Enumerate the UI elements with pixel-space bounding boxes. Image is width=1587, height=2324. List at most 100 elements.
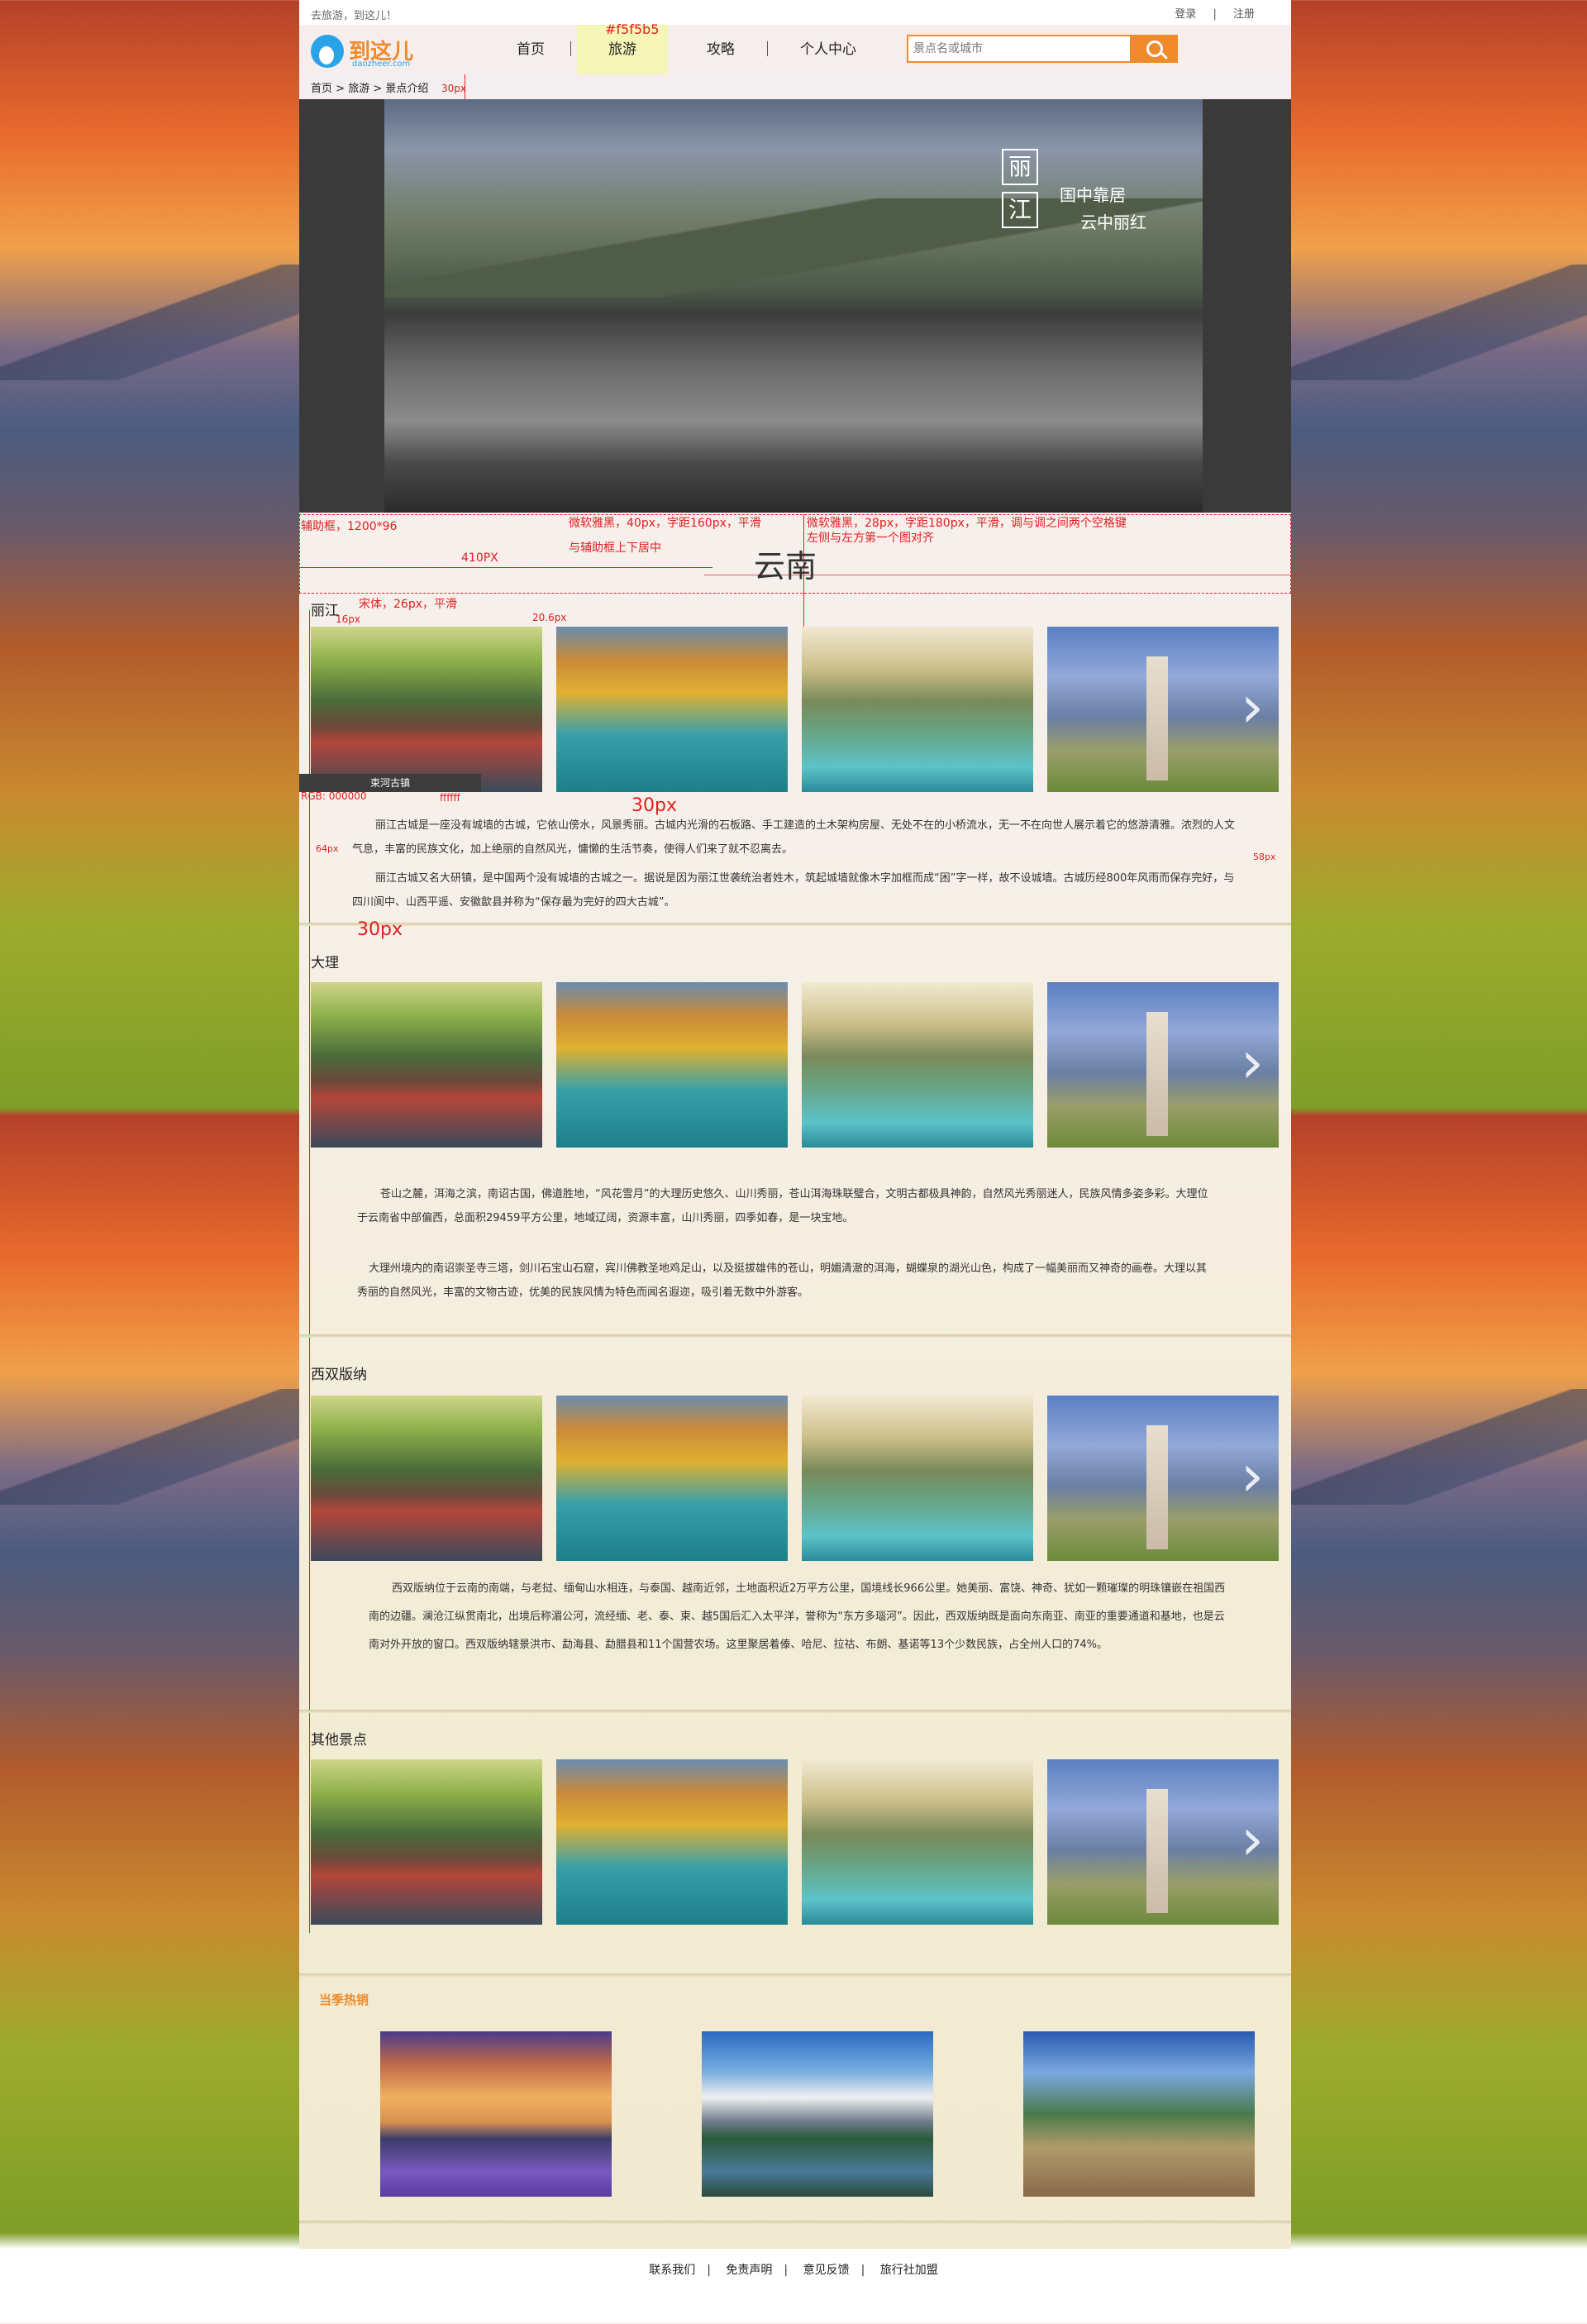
divider (299, 1973, 1291, 1977)
thumbnail-3[interactable] (802, 627, 1033, 792)
gallery-other: › (311, 1759, 1289, 1925)
top-bar: 去旅游，到这儿！ 登录 | 注册 (299, 0, 1291, 25)
annotation-16px: 16px (336, 613, 360, 625)
annotation-30px: 30px (357, 919, 403, 940)
hot-item-2[interactable] (702, 2031, 933, 2197)
thumbnail-3[interactable] (802, 982, 1033, 1148)
thumbnail-3[interactable] (802, 1396, 1033, 1561)
annotation-30px: 30px (441, 83, 466, 94)
thumbnail-4[interactable]: › (1047, 982, 1279, 1148)
main-navigation: 到这儿 daozheer.com 首页 旅游 #f5f5b5 攻略 个人中心 (299, 21, 1291, 74)
annotation-width: 410PX (461, 551, 498, 565)
chevron-right-icon[interactable]: › (1241, 1033, 1274, 1096)
search-box (907, 35, 1178, 63)
background-mountain (1291, 265, 1587, 380)
annotation-sub-spec: 微软雅黑，28px，字距180px，平滑，调与调之间两个空格键 (807, 517, 1127, 530)
gallery-dali: › (311, 982, 1289, 1148)
chevron-right-icon[interactable]: › (1241, 678, 1274, 741)
nav-item-profile[interactable]: 个人中心 (787, 25, 870, 74)
thumbnail-2[interactable] (556, 1759, 788, 1925)
logo-subtitle: daozheer.com (352, 60, 411, 69)
footer-link-contact[interactable]: 联系我们 (649, 2264, 695, 2277)
breadcrumb: 首页 > 旅游 > 景点介绍 (311, 79, 428, 95)
thumbnail-4[interactable]: › (1047, 1396, 1279, 1561)
pagoda-graphic (1146, 656, 1168, 780)
search-icon[interactable] (1132, 35, 1178, 63)
thumbnail-4[interactable]: › (1047, 627, 1279, 792)
nav-separator (570, 41, 571, 56)
breadcrumb-home[interactable]: 首页 (311, 83, 332, 95)
section-title-dali: 大理 (311, 955, 339, 971)
annotation-sub-spec: 左侧与左方第一个图对齐 (807, 532, 934, 545)
thumbnail-2[interactable] (556, 982, 788, 1148)
thumbnail-1[interactable] (311, 1396, 542, 1561)
section-description: 大理州境内的南诏崇圣寺三塔，剑川石宝山石窟，宾川佛教圣地鸡足山，以及挺拔雄伟的苍… (357, 1262, 1208, 1299)
banner-char: 江 (1002, 192, 1038, 228)
annotation-58px: 58px (1253, 852, 1276, 862)
annotation-box: 辅助框，1200*96 (301, 520, 398, 533)
footer-link-agency[interactable]: 旅行社加盟 (880, 2264, 938, 2277)
section-title-lijiang: 丽江 (311, 603, 339, 619)
annotation-20px: 20.6px (532, 612, 567, 623)
footer: 联系我们 | 免责声明 | 意见反馈 | 旅行社加盟 (0, 2261, 1587, 2278)
annotation-line (299, 567, 712, 568)
hot-item-3[interactable] (1023, 2031, 1255, 2197)
main-content: 去旅游，到这儿！ 登录 | 注册 到这儿 daozheer.com 首页 旅游 … (299, 0, 1299, 2249)
breadcrumb-current: 景点介绍 (385, 83, 429, 95)
breadcrumb-sep: > (373, 83, 383, 95)
annotation-64px: 64px (316, 843, 339, 854)
banner-char: 丽 (1002, 149, 1038, 185)
chevron-right-icon[interactable]: › (1241, 1447, 1274, 1510)
section-description: 苍山之麓，洱海之滨，南诏古国，佛道胜地，“风花雪月”的大理历史悠久、山川秀丽，苍… (357, 1188, 1208, 1224)
thumbnail-1[interactable] (311, 982, 542, 1148)
site-logo[interactable]: 到这儿 daozheer.com (311, 31, 435, 69)
section-description: 丽江古城是一座没有城墙的古城，它依山傍水，风景秀丽。古城内光滑的石板路、手工建造… (352, 819, 1236, 856)
gallery-xishuangbanna: › (311, 1396, 1289, 1561)
banner-calligraphy: 丽 江 (1002, 149, 1038, 235)
thumbnail-3[interactable] (802, 1759, 1033, 1925)
register-link[interactable]: 注册 (1233, 8, 1255, 21)
footer-separator: | (784, 2264, 789, 2277)
thumbnail-2[interactable] (556, 627, 788, 792)
background-mountain (0, 1389, 299, 1505)
banner-slogan: 云中丽红 (1080, 212, 1146, 232)
pagoda-graphic (1146, 1012, 1168, 1136)
annotation-white: ffffff (440, 792, 460, 804)
section-title-xishuangbanna: 西双版纳 (311, 1367, 367, 1383)
annotation-rgb: RGB: 000000 (301, 790, 367, 802)
annotation-title-spec: 微软雅黑，40px，字距160px，平滑 (569, 517, 761, 530)
section-title-other: 其他景点 (311, 1732, 367, 1749)
image-caption: 束河古镇 (299, 774, 481, 792)
breadcrumb-travel[interactable]: 旅游 (348, 83, 369, 95)
divider (299, 2221, 1291, 2224)
footer-link-disclaimer[interactable]: 免责声明 (726, 2264, 772, 2277)
nav-item-home[interactable]: 首页 (498, 25, 564, 74)
footer-link-feedback[interactable]: 意见反馈 (803, 2264, 850, 2277)
thumbnail-4[interactable]: › (1047, 1759, 1279, 1925)
nav-item-guide[interactable]: 攻略 (688, 25, 754, 74)
background-mountain (1291, 1389, 1587, 1505)
background-mountain (0, 265, 299, 380)
banner-image (384, 99, 1203, 513)
footer-separator: | (860, 2264, 865, 2277)
section-description: 西双版纳位于云南的南端，与老挝、缅甸山水相连，与泰国、越南近邻，土地面积近2万平… (369, 1582, 1226, 1651)
thumbnail-2[interactable] (556, 1396, 788, 1561)
divider (299, 1710, 1291, 1713)
thumbnail-1[interactable] (311, 627, 542, 792)
region-title: 云南 (754, 548, 817, 585)
breadcrumb-sep: > (336, 83, 346, 95)
gallery-lijiang: › (311, 627, 1289, 792)
section-description: 丽江古城又名大研镇，是中国两个没有城墙的古城之一。据说是因为丽江世袭统治者姓木，… (352, 872, 1235, 909)
login-link[interactable]: 登录 (1175, 8, 1196, 21)
thumbnail-1[interactable] (311, 1759, 542, 1925)
chevron-right-icon[interactable]: › (1241, 1811, 1274, 1873)
pagoda-graphic (1146, 1789, 1168, 1913)
footprint-icon (311, 35, 344, 68)
hot-item-1[interactable] (380, 2031, 612, 2197)
link-separator: | (1213, 8, 1217, 21)
banner-slogan: 国中靠居 (1060, 185, 1126, 205)
divider (299, 1334, 1291, 1338)
hot-sale-title: 当季热销 (319, 1992, 369, 2007)
search-input[interactable] (907, 35, 1132, 63)
greeting-text: 去旅游，到这儿！ (311, 10, 398, 22)
